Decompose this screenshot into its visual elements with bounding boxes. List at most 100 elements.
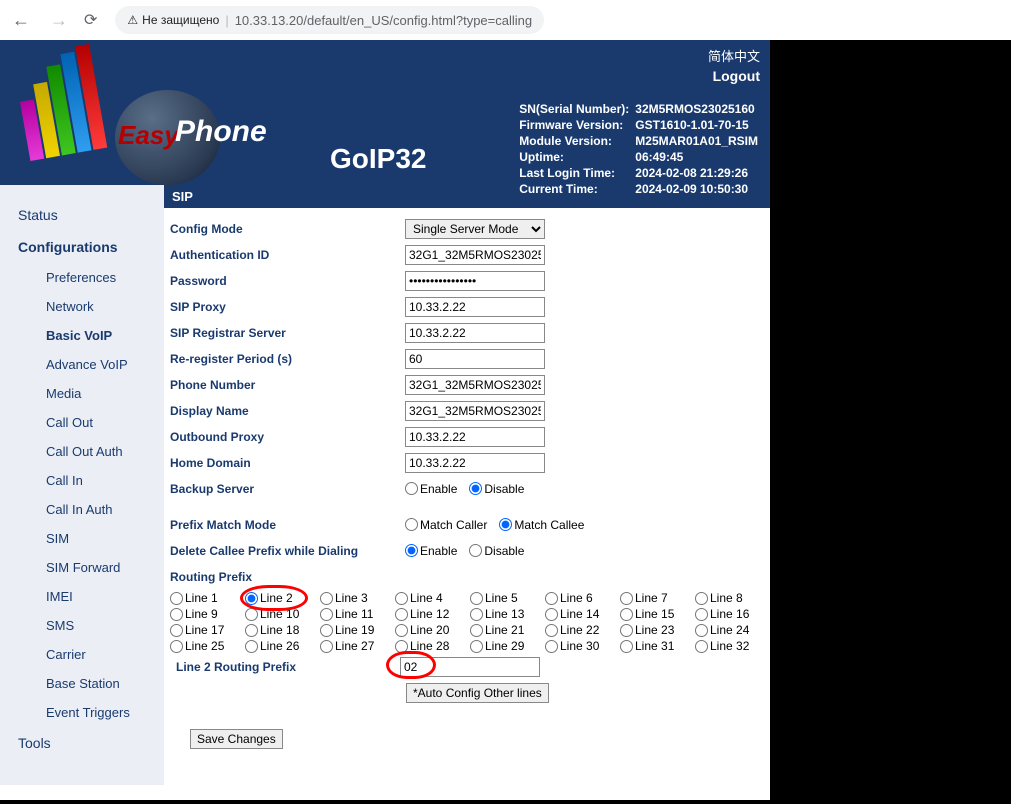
line-2-radio[interactable] bbox=[245, 592, 258, 605]
line-8-radio[interactable] bbox=[695, 592, 708, 605]
sidebar-item-call-in-auth[interactable]: Call In Auth bbox=[18, 495, 164, 524]
sip-reg-input[interactable] bbox=[405, 323, 545, 343]
line-25[interactable]: Line 25 bbox=[170, 639, 245, 653]
line-31[interactable]: Line 31 bbox=[620, 639, 695, 653]
line-28-radio[interactable] bbox=[395, 640, 408, 653]
line-3[interactable]: Line 3 bbox=[320, 591, 395, 605]
line-19[interactable]: Line 19 bbox=[320, 623, 395, 637]
line-21-radio[interactable] bbox=[470, 624, 483, 637]
line-30-radio[interactable] bbox=[545, 640, 558, 653]
line-4-radio[interactable] bbox=[395, 592, 408, 605]
line-26[interactable]: Line 26 bbox=[245, 639, 320, 653]
sidebar-item-imei[interactable]: IMEI bbox=[18, 582, 164, 611]
line-22-radio[interactable] bbox=[545, 624, 558, 637]
match-callee-radio[interactable] bbox=[499, 518, 512, 531]
line-29-radio[interactable] bbox=[470, 640, 483, 653]
line-23[interactable]: Line 23 bbox=[620, 623, 695, 637]
sidebar-tools[interactable]: Tools bbox=[18, 727, 164, 759]
line-10-radio[interactable] bbox=[245, 608, 258, 621]
line-18[interactable]: Line 18 bbox=[245, 623, 320, 637]
line-17[interactable]: Line 17 bbox=[170, 623, 245, 637]
sidebar-item-advance-voip[interactable]: Advance VoIP bbox=[18, 350, 164, 379]
line-30[interactable]: Line 30 bbox=[545, 639, 620, 653]
line-11[interactable]: Line 11 bbox=[320, 607, 395, 621]
home-input[interactable] bbox=[405, 453, 545, 473]
del-prefix-disable-radio[interactable] bbox=[469, 544, 482, 557]
line-28[interactable]: Line 28 bbox=[395, 639, 470, 653]
line-18-radio[interactable] bbox=[245, 624, 258, 637]
line-9[interactable]: Line 9 bbox=[170, 607, 245, 621]
line-20[interactable]: Line 20 bbox=[395, 623, 470, 637]
line-9-radio[interactable] bbox=[170, 608, 183, 621]
line-5-radio[interactable] bbox=[470, 592, 483, 605]
line-26-radio[interactable] bbox=[245, 640, 258, 653]
line-7[interactable]: Line 7 bbox=[620, 591, 695, 605]
password-input[interactable] bbox=[405, 271, 545, 291]
line-32-radio[interactable] bbox=[695, 640, 708, 653]
sidebar-status[interactable]: Status bbox=[18, 199, 164, 231]
line-13-radio[interactable] bbox=[470, 608, 483, 621]
sidebar-item-call-in[interactable]: Call In bbox=[18, 466, 164, 495]
line-16[interactable]: Line 16 bbox=[695, 607, 770, 621]
line-21[interactable]: Line 21 bbox=[470, 623, 545, 637]
line-10[interactable]: Line 10 bbox=[245, 607, 320, 621]
outbound-input[interactable] bbox=[405, 427, 545, 447]
line-15-radio[interactable] bbox=[620, 608, 633, 621]
save-changes-button[interactable]: Save Changes bbox=[190, 729, 283, 749]
line-32[interactable]: Line 32 bbox=[695, 639, 770, 653]
sidebar-item-carrier[interactable]: Carrier bbox=[18, 640, 164, 669]
line-6-radio[interactable] bbox=[545, 592, 558, 605]
line-27-radio[interactable] bbox=[320, 640, 333, 653]
auto-config-button[interactable]: *Auto Config Other lines bbox=[406, 683, 549, 703]
line-4[interactable]: Line 4 bbox=[395, 591, 470, 605]
line-17-radio[interactable] bbox=[170, 624, 183, 637]
display-input[interactable] bbox=[405, 401, 545, 421]
line-15[interactable]: Line 15 bbox=[620, 607, 695, 621]
line-1[interactable]: Line 1 bbox=[170, 591, 245, 605]
backup-enable-radio[interactable] bbox=[405, 482, 418, 495]
line-12[interactable]: Line 12 bbox=[395, 607, 470, 621]
line-16-radio[interactable] bbox=[695, 608, 708, 621]
backup-disable-radio[interactable] bbox=[469, 482, 482, 495]
line-8[interactable]: Line 8 bbox=[695, 591, 770, 605]
line-22[interactable]: Line 22 bbox=[545, 623, 620, 637]
line-1-radio[interactable] bbox=[170, 592, 183, 605]
line-19-radio[interactable] bbox=[320, 624, 333, 637]
line-31-radio[interactable] bbox=[620, 640, 633, 653]
back-button[interactable]: ← bbox=[8, 6, 34, 35]
line-14[interactable]: Line 14 bbox=[545, 607, 620, 621]
sip-proxy-input[interactable] bbox=[405, 297, 545, 317]
logout-link[interactable]: Logout bbox=[713, 68, 760, 84]
line-2[interactable]: Line 2 bbox=[245, 591, 320, 605]
line-13[interactable]: Line 13 bbox=[470, 607, 545, 621]
line-23-radio[interactable] bbox=[620, 624, 633, 637]
line-25-radio[interactable] bbox=[170, 640, 183, 653]
sidebar-configurations[interactable]: Configurations bbox=[18, 231, 164, 263]
phone-input[interactable] bbox=[405, 375, 545, 395]
line-6[interactable]: Line 6 bbox=[545, 591, 620, 605]
sidebar-item-media[interactable]: Media bbox=[18, 379, 164, 408]
address-bar[interactable]: ⚠ Не защищено | 10.33.13.20/default/en_U… bbox=[115, 6, 544, 34]
del-prefix-enable-radio[interactable] bbox=[405, 544, 418, 557]
reload-button[interactable]: ⟳ bbox=[84, 10, 97, 30]
line-3-radio[interactable] bbox=[320, 592, 333, 605]
line-24[interactable]: Line 24 bbox=[695, 623, 770, 637]
line-20-radio[interactable] bbox=[395, 624, 408, 637]
sidebar-item-call-out-auth[interactable]: Call Out Auth bbox=[18, 437, 164, 466]
sidebar-item-call-out[interactable]: Call Out bbox=[18, 408, 164, 437]
lang-link[interactable]: 简体中文 bbox=[708, 49, 760, 64]
sidebar-item-network[interactable]: Network bbox=[18, 292, 164, 321]
rereg-input[interactable] bbox=[405, 349, 545, 369]
sidebar-item-basic-voip[interactable]: Basic VoIP bbox=[18, 321, 164, 350]
forward-button[interactable]: → bbox=[46, 6, 72, 35]
sidebar-item-event-triggers[interactable]: Event Triggers bbox=[18, 698, 164, 727]
line-7-radio[interactable] bbox=[620, 592, 633, 605]
line-27[interactable]: Line 27 bbox=[320, 639, 395, 653]
sidebar-item-sms[interactable]: SMS bbox=[18, 611, 164, 640]
line-12-radio[interactable] bbox=[395, 608, 408, 621]
config-mode-select[interactable]: Single Server Mode bbox=[405, 219, 545, 239]
line-5[interactable]: Line 5 bbox=[470, 591, 545, 605]
line-11-radio[interactable] bbox=[320, 608, 333, 621]
sidebar-item-preferences[interactable]: Preferences bbox=[18, 263, 164, 292]
sidebar-item-base-station[interactable]: Base Station bbox=[18, 669, 164, 698]
